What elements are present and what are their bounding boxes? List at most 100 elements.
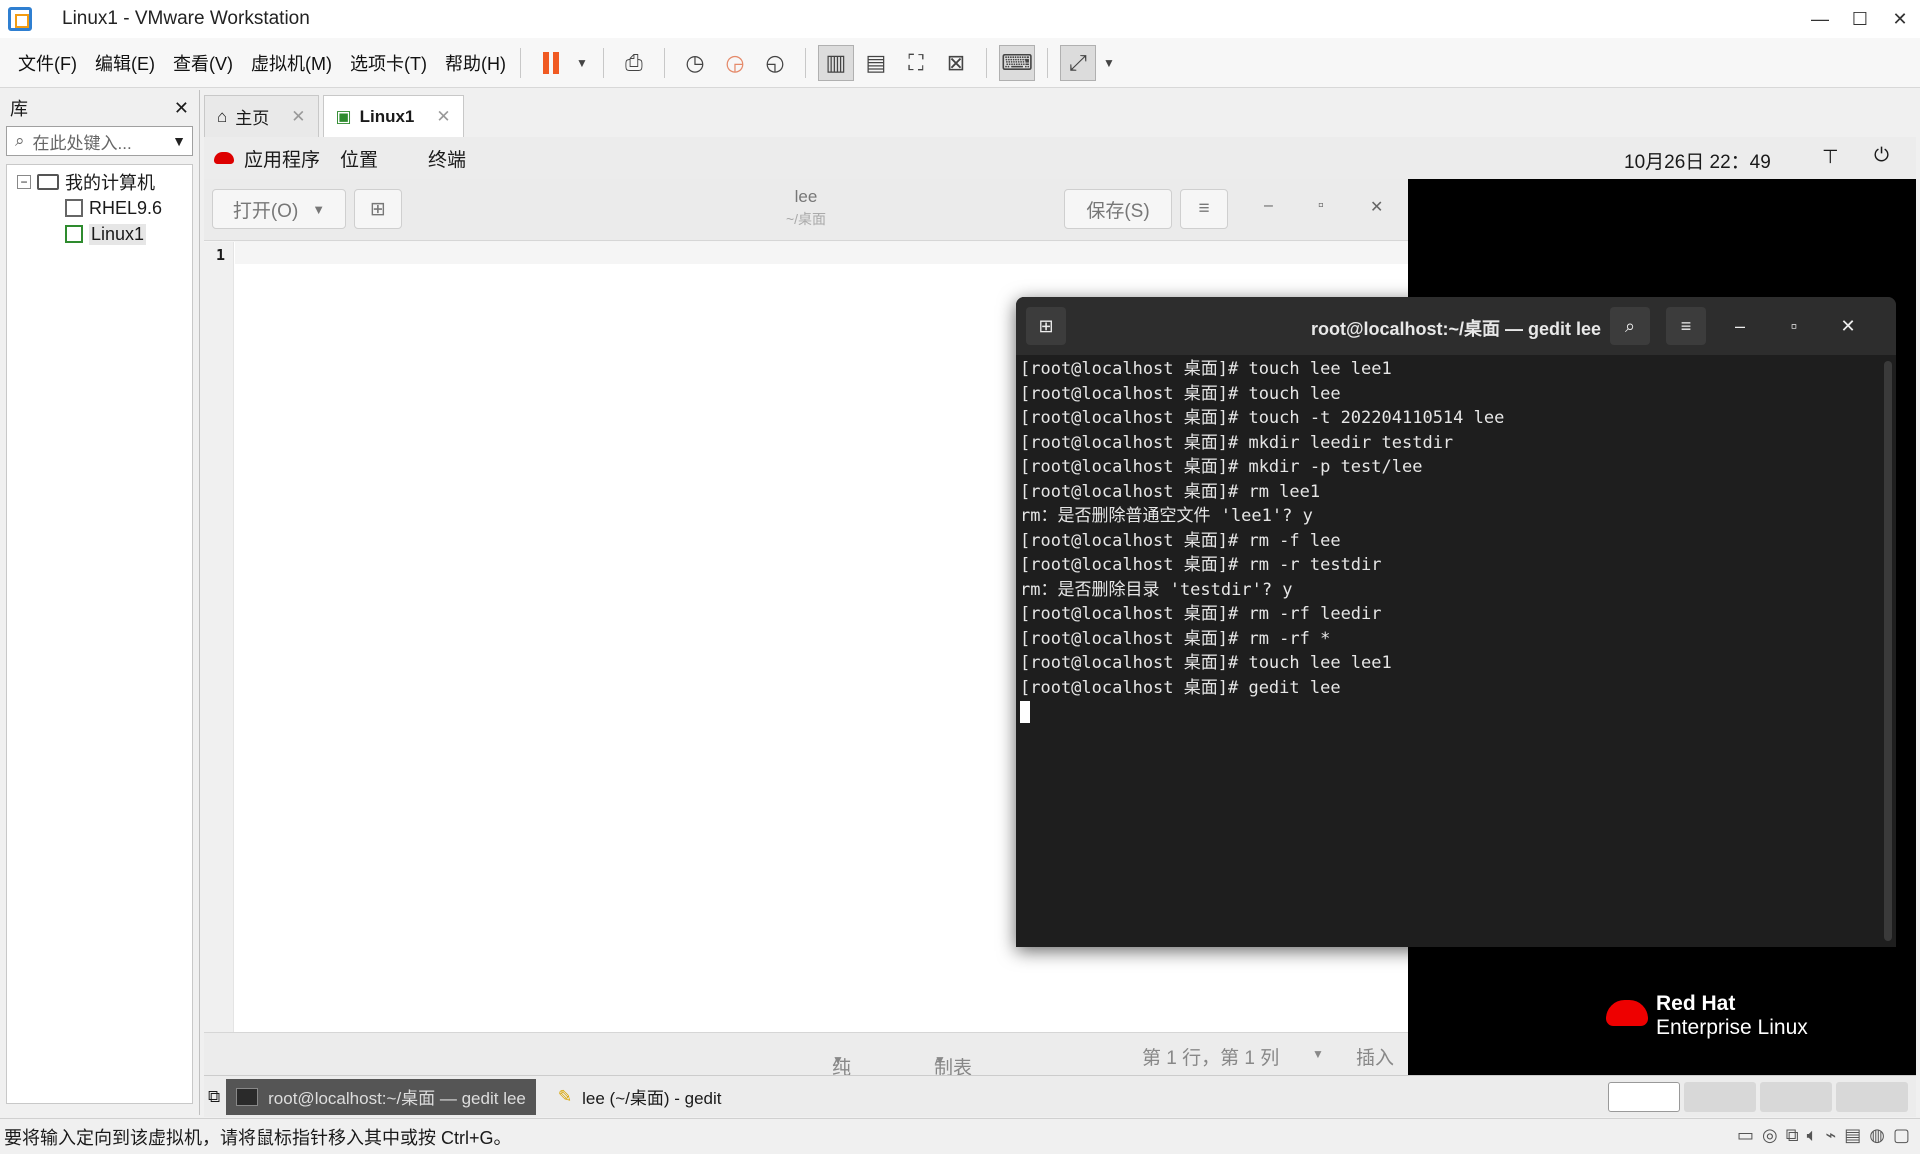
workspace-3[interactable] — [1760, 1082, 1832, 1112]
terminal-line: [root@localhost 桌面]# touch lee lee1 — [1020, 653, 1392, 673]
tree-item-my-computer[interactable]: − 我的计算机 — [7, 169, 192, 195]
stretch-dropdown-icon[interactable]: ▼ — [1100, 45, 1118, 81]
usb-icon[interactable]: ⌁ — [1825, 1125, 1836, 1146]
minimize-icon[interactable]: — — [1800, 0, 1840, 38]
gnome-window-list: ⧉ root@localhost:~/桌面 — gedit lee ✎ lee … — [204, 1075, 1916, 1117]
brand-line1: Red Hat — [1656, 992, 1736, 1015]
pause-dropdown-icon[interactable]: ▼ — [573, 45, 591, 81]
terminal-scrollbar[interactable] — [1884, 361, 1892, 941]
save-button[interactable]: 保存(S) — [1064, 189, 1172, 229]
cd-rom-icon[interactable]: ◎ — [1762, 1125, 1778, 1146]
close-icon[interactable]: ✕ — [1828, 307, 1868, 345]
tab-linux1[interactable]: ▣ Linux1 ✕ — [322, 95, 464, 137]
terminal-line: [root@localhost 桌面]# rm -f lee — [1020, 530, 1341, 551]
vm-icon — [65, 199, 83, 217]
vmware-statusbar: 要将输入定向到该虚拟机，请将鼠标指针移入其中或按 Ctrl+G。 ▭ ◎ ⧉ 🔈… — [0, 1118, 1920, 1154]
close-icon[interactable]: ✕ — [291, 107, 305, 127]
close-icon[interactable]: ✕ — [1370, 197, 1383, 217]
workspace-1[interactable] — [1608, 1082, 1680, 1112]
menu-help[interactable]: 帮助(H) — [445, 50, 506, 76]
terminal-line: [root@localhost 桌面]# rm -rf * — [1020, 628, 1331, 649]
printer-icon[interactable]: ▤ — [1844, 1125, 1861, 1146]
toolbar-divider — [985, 47, 987, 78]
console-view-icon[interactable]: ⌨ — [998, 44, 1035, 81]
vmware-logo-icon — [8, 7, 32, 31]
terminal-line: [root@localhost 桌面]# rm -r testdir — [1020, 555, 1382, 575]
pause-button[interactable] — [533, 45, 569, 81]
terminal-line: [root@localhost 桌面]# rm -rf leedir — [1020, 604, 1382, 624]
task-terminal[interactable]: root@localhost:~/桌面 — gedit lee — [226, 1078, 536, 1115]
tree-item-label: RHEL9.6 — [89, 197, 163, 218]
close-icon[interactable]: ✕ — [436, 107, 450, 127]
network-icon[interactable]: ⊤ — [1822, 146, 1839, 169]
workspace-2[interactable] — [1684, 1082, 1756, 1112]
stretch-icon[interactable]: ⤢ — [1059, 44, 1096, 81]
maximize-icon[interactable]: ▫ — [1774, 307, 1814, 345]
close-icon[interactable]: ✕ — [174, 98, 189, 119]
tab-label: Linux1 — [359, 106, 415, 126]
terminal-window: ⊞ root@localhost:~/桌面 — gedit lee ⌕ ≡ – … — [1016, 297, 1896, 947]
workspace-switcher — [1608, 1082, 1908, 1112]
hard-disk-icon[interactable]: ▭ — [1737, 1125, 1754, 1146]
menu-file[interactable]: 文件(F) — [18, 50, 77, 76]
tree-item-linux1[interactable]: Linux1 — [7, 221, 192, 247]
pause-icon — [542, 51, 559, 74]
menu-tabs[interactable]: 选项卡(T) — [350, 50, 427, 76]
terminal-headerbar: ⊞ root@localhost:~/桌面 — gedit lee ⌕ ≡ – … — [1016, 297, 1896, 355]
minimize-icon[interactable]: – — [1720, 307, 1760, 345]
snapshot-icon[interactable]: ◷ — [677, 45, 713, 81]
toolbar-divider — [602, 47, 604, 78]
tab-home[interactable]: ⌂ 主页 ✕ — [204, 95, 319, 137]
window-titlebar: Linux1 - VMware Workstation — ☐ ✕ — [0, 0, 1920, 38]
terminal-line: [root@localhost 桌面]# mkdir -p test/lee — [1020, 457, 1423, 477]
chevron-down-icon[interactable]: ▼ — [172, 133, 186, 149]
menu-vm[interactable]: 虚拟机(M) — [251, 50, 332, 76]
unity-icon[interactable]: ⊠ — [938, 45, 974, 81]
collapse-icon[interactable]: − — [17, 175, 31, 189]
gnome-applications-menu[interactable]: 应用程序 — [244, 145, 320, 172]
power-icon[interactable]: ⏻ — [1874, 145, 1889, 167]
line-number: 1 — [216, 246, 226, 264]
chevron-down-icon: ▼ — [832, 1053, 844, 1067]
sound-icon[interactable]: 🔈︎ — [1807, 1125, 1818, 1146]
maximize-icon[interactable]: ▫ — [1318, 197, 1324, 215]
display-icon[interactable]: ◍ — [1869, 1125, 1885, 1146]
gnome-terminal-menu[interactable]: 终端 — [428, 145, 466, 172]
gedit-menu-button[interactable]: ≡ — [1180, 189, 1228, 229]
fullscreen-icon[interactable]: ⛶ — [898, 45, 934, 81]
terminal-cursor — [1020, 701, 1030, 723]
vm-running-icon — [65, 225, 83, 243]
thumbnail-bar-icon[interactable]: ▤ — [858, 45, 894, 81]
gnome-clock[interactable]: 10月26日 22：49 — [1624, 147, 1771, 174]
terminal-line: [root@localhost 桌面]# touch -t 2022041105… — [1020, 408, 1505, 428]
terminal-line: [root@localhost 桌面]# touch lee lee1 — [1020, 359, 1392, 379]
minimize-icon[interactable]: – — [1264, 197, 1273, 215]
terminal-search-button[interactable]: ⌕ — [1610, 307, 1650, 345]
terminal-line: rm：是否删除普通空文件 'lee1'? y — [1020, 506, 1313, 526]
terminal-menu-button[interactable]: ≡ — [1666, 307, 1706, 345]
tree-item-rhel[interactable]: RHEL9.6 — [7, 195, 192, 221]
show-desktop-icon[interactable]: ⧉ — [208, 1087, 220, 1107]
library-search-input[interactable]: ⌕ 在此处键入... ▼ — [6, 126, 193, 156]
tree-item-label: 我的计算机 — [65, 173, 155, 193]
network-adapter-icon[interactable]: ⧉ — [1786, 1125, 1799, 1146]
menu-edit[interactable]: 编辑(E) — [95, 50, 155, 76]
task-gedit[interactable]: ✎ lee (~/桌面) - gedit — [548, 1079, 732, 1115]
library-view-icon[interactable]: ▥ — [817, 44, 854, 81]
cursor-position[interactable]: 第 1 行，第 1 列 — [1142, 1043, 1279, 1070]
workspace-4[interactable] — [1836, 1082, 1908, 1112]
chevron-down-icon[interactable]: ▼ — [1312, 1047, 1324, 1061]
send-ctrl-alt-del-icon[interactable]: ⎙ — [616, 45, 652, 81]
close-icon[interactable]: ✕ — [1880, 0, 1920, 38]
terminal-output[interactable]: [root@localhost 桌面]# touch lee lee1 [root… — [1020, 357, 1880, 943]
message-log-icon[interactable]: ▢ — [1893, 1125, 1910, 1146]
terminal-line: [root@localhost 桌面]# mkdir leedir testdi… — [1020, 432, 1454, 453]
vm-console[interactable]: 应用程序 位置 终端 10月26日 22：49 ⊤ ⏻ 打开(O) ▼ ⊞ le… — [204, 137, 1916, 1075]
revert-snapshot-icon[interactable]: ◶ — [717, 45, 753, 81]
terminal-line: [root@localhost 桌面]# touch lee — [1020, 383, 1341, 404]
toolbar-divider — [663, 47, 665, 78]
gnome-places-menu[interactable]: 位置 — [340, 145, 378, 172]
maximize-icon[interactable]: ☐ — [1840, 0, 1880, 38]
snapshot-manager-icon[interactable]: ◵ — [757, 45, 793, 81]
menu-view[interactable]: 查看(V) — [173, 50, 233, 76]
